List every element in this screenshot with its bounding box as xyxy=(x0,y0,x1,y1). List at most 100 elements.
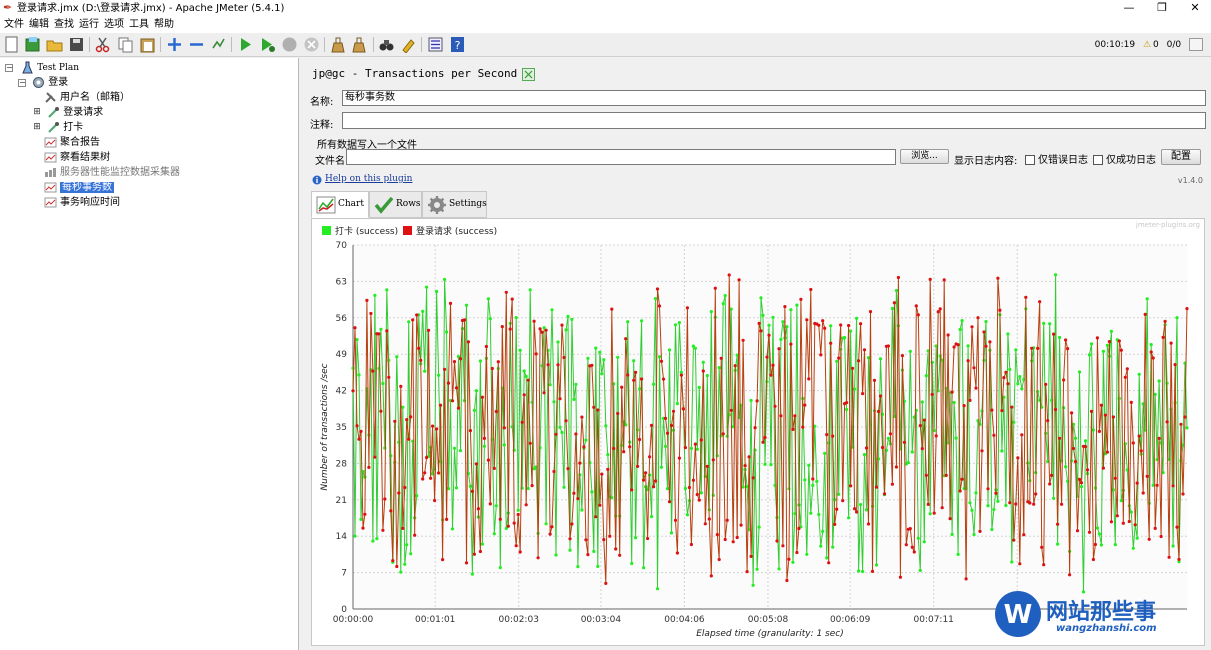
series-login-point xyxy=(781,544,785,548)
success-only-option[interactable]: 仅成功日志 xyxy=(1093,151,1156,166)
series-login-point xyxy=(1052,332,1056,336)
tree-node-response-time[interactable]: 事务响应时间 xyxy=(44,195,120,210)
tree-node-perfmon-collector[interactable]: 服务器性能监控数据采集器 xyxy=(44,165,180,180)
series-punch-point xyxy=(835,359,839,363)
browse-button[interactable]: 浏览... xyxy=(900,149,949,164)
reset-search-icon[interactable] xyxy=(400,36,417,53)
start-no-timers-icon[interactable] xyxy=(259,36,276,53)
save-icon[interactable] xyxy=(68,36,85,53)
expand-toggle-icon[interactable]: ⊞ xyxy=(33,108,41,117)
series-login-point xyxy=(797,526,801,531)
close-button[interactable]: ✕ xyxy=(1172,0,1211,17)
tps-chart: jmeter-plugins.org 0 7 14 21 28 35 42 49 56 63 70 00… xyxy=(311,218,1205,646)
menu-run[interactable]: 运行 xyxy=(79,17,99,32)
collapse-all-icon[interactable] xyxy=(188,36,205,53)
series-punch-point xyxy=(381,381,385,386)
collapse-toggle-icon[interactable]: − xyxy=(5,64,13,72)
shutdown-icon[interactable] xyxy=(303,36,320,53)
tree-node-login-request[interactable]: ⊞ 登录请求 xyxy=(33,105,103,120)
expand-all-icon[interactable] xyxy=(166,36,183,53)
series-punch-point xyxy=(890,306,895,311)
collapse-toggle-icon[interactable]: − xyxy=(18,79,26,87)
tree-node-thread-group[interactable]: − 登录 xyxy=(18,75,68,90)
series-login-point xyxy=(896,275,901,280)
menu-search[interactable]: 查找 xyxy=(54,17,74,32)
series-punch-point xyxy=(570,317,574,321)
errors-only-option[interactable]: 仅错误日志 xyxy=(1025,151,1088,166)
tab-settings[interactable]: Settings xyxy=(422,191,487,218)
open-folder-icon[interactable] xyxy=(46,36,63,53)
menu-edit[interactable]: 编辑 xyxy=(29,17,49,32)
series-login-point xyxy=(431,424,435,428)
tab-chart[interactable]: Chart xyxy=(311,191,369,218)
stop-icon[interactable] xyxy=(281,36,298,53)
series-login-point xyxy=(454,386,459,390)
expand-toggle-icon[interactable]: ⊞ xyxy=(33,123,41,132)
warning-icon[interactable]: ⚠ xyxy=(1143,40,1151,50)
maximize-graph-icon[interactable] xyxy=(522,68,535,81)
y-tick-label: 70 xyxy=(336,241,348,251)
series-punch-point xyxy=(371,539,375,543)
series-punch-point xyxy=(807,463,811,467)
tree-node-tps[interactable]: 每秒事务数 xyxy=(44,180,114,195)
tab-rows[interactable]: Rows xyxy=(369,191,422,218)
errors-only-checkbox[interactable] xyxy=(1025,155,1035,165)
menu-options[interactable]: 选项 xyxy=(104,17,124,32)
series-login-point xyxy=(882,492,887,496)
filename-input[interactable] xyxy=(346,149,896,165)
function-helper-icon[interactable] xyxy=(427,36,444,53)
name-input[interactable]: 每秒事务数 xyxy=(342,90,1206,106)
help-plugin-link[interactable]: Help on this plugin xyxy=(325,174,412,184)
help-icon[interactable]: ? xyxy=(449,36,466,53)
series-punch-point xyxy=(1145,297,1149,301)
series-login-point xyxy=(427,328,431,332)
series-punch-point xyxy=(667,348,672,352)
start-icon[interactable] xyxy=(237,36,254,53)
new-file-icon[interactable] xyxy=(3,36,20,53)
clear-icon[interactable] xyxy=(329,36,346,53)
test-plan-tree: − Test Plan − 登录 用户名（邮箱） ⊞ 登录请求 ⊞ 打卡 聚合报… xyxy=(0,58,299,650)
series-login-point xyxy=(713,286,717,290)
paste-icon[interactable] xyxy=(139,36,156,53)
configure-button[interactable]: 配置 xyxy=(1161,149,1201,165)
series-login-point xyxy=(765,355,769,359)
copy-icon[interactable] xyxy=(117,36,134,53)
series-login-point xyxy=(1018,562,1022,566)
series-punch-point xyxy=(1185,426,1189,430)
series-login-point xyxy=(1097,429,1101,433)
toolbar: ? 00:10:19 ⚠ 0 0/0 xyxy=(0,33,1211,57)
series-login-point xyxy=(612,446,616,451)
tree-node-results-tree[interactable]: 察看结果树 xyxy=(44,150,110,165)
tree-node-aggregate-report[interactable]: 聚合报告 xyxy=(44,135,100,150)
comment-input[interactable] xyxy=(342,112,1206,129)
menu-tools[interactable]: 工具 xyxy=(129,17,149,32)
success-only-checkbox[interactable] xyxy=(1093,155,1103,165)
series-login-point xyxy=(1091,557,1095,562)
tree-node-config[interactable]: 用户名（邮箱） xyxy=(44,90,130,105)
series-punch-point xyxy=(524,374,528,379)
menu-help[interactable]: 帮助 xyxy=(154,17,174,32)
cut-icon[interactable] xyxy=(94,36,111,53)
series-punch-point xyxy=(399,570,403,574)
series-punch-point xyxy=(1048,322,1052,326)
series-login-point xyxy=(749,554,753,558)
series-login-point xyxy=(538,327,542,331)
clear-all-icon[interactable] xyxy=(351,36,368,53)
series-login-point xyxy=(902,440,907,444)
series-punch-point xyxy=(855,316,859,320)
series-login-point xyxy=(1006,382,1010,386)
search-binoculars-icon[interactable] xyxy=(378,36,395,53)
series-punch-point xyxy=(1087,353,1092,357)
toggle-icon[interactable] xyxy=(210,36,227,53)
series-login-point xyxy=(486,458,490,462)
series-login-point xyxy=(1099,403,1103,407)
sampler-pipette-icon xyxy=(48,121,60,133)
menu-file[interactable]: 文件 xyxy=(4,17,24,32)
tree-node-punch-in[interactable]: ⊞ 打卡 xyxy=(33,120,83,135)
series-login-point xyxy=(829,341,833,345)
elapsed-timer: 00:10:19 xyxy=(1094,40,1136,50)
series-punch-point xyxy=(480,542,484,546)
templates-icon[interactable] xyxy=(24,36,41,53)
series-login-point xyxy=(789,342,793,346)
tree-node-test-plan[interactable]: − Test Plan xyxy=(5,60,79,75)
